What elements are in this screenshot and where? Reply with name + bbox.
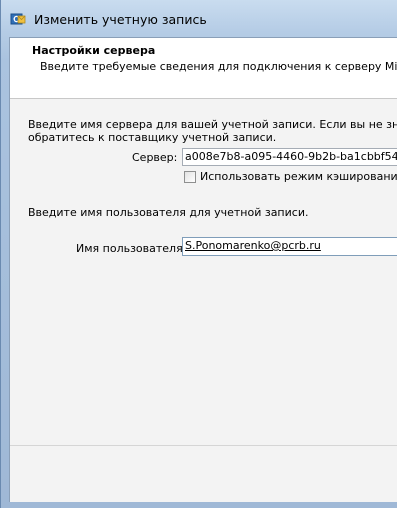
username-label: Имя пользователя: [76, 242, 187, 255]
server-description-line1: Введите имя сервера для вашей учетной за… [28, 118, 397, 131]
outlook-account-icon [10, 13, 26, 25]
cached-mode-checkbox[interactable] [184, 171, 196, 183]
page-title: Настройки сервера [32, 44, 156, 57]
dialog-window: Изменить учетную запись Настройки сервер… [0, 0, 397, 508]
server-input[interactable]: a008e7b8-a095-4460-9b2b-ba1cbbf54d3f@ [182, 148, 397, 166]
server-label: Сервер: [132, 151, 178, 164]
username-input[interactable]: S.Ponomarenko@pcrb.ru [182, 237, 397, 256]
dialog-client-area: Настройки сервера Введите требуемые свед… [9, 37, 397, 502]
user-description: Введите имя пользователя для учетной зап… [28, 206, 309, 219]
window-title: Изменить учетную запись [34, 12, 207, 27]
title-bar[interactable]: Изменить учетную запись [1, 0, 397, 38]
bottom-divider [10, 445, 397, 446]
username-value: S.Ponomarenko@pcrb.ru [185, 239, 321, 252]
cached-mode-label[interactable]: Использовать режим кэширования Exch [200, 170, 397, 183]
page-subtitle: Введите требуемые сведения для подключен… [40, 60, 397, 73]
server-description-line2: обратитесь к поставщику учетной записи. [28, 131, 277, 144]
header-panel: Настройки сервера Введите требуемые свед… [10, 38, 397, 99]
